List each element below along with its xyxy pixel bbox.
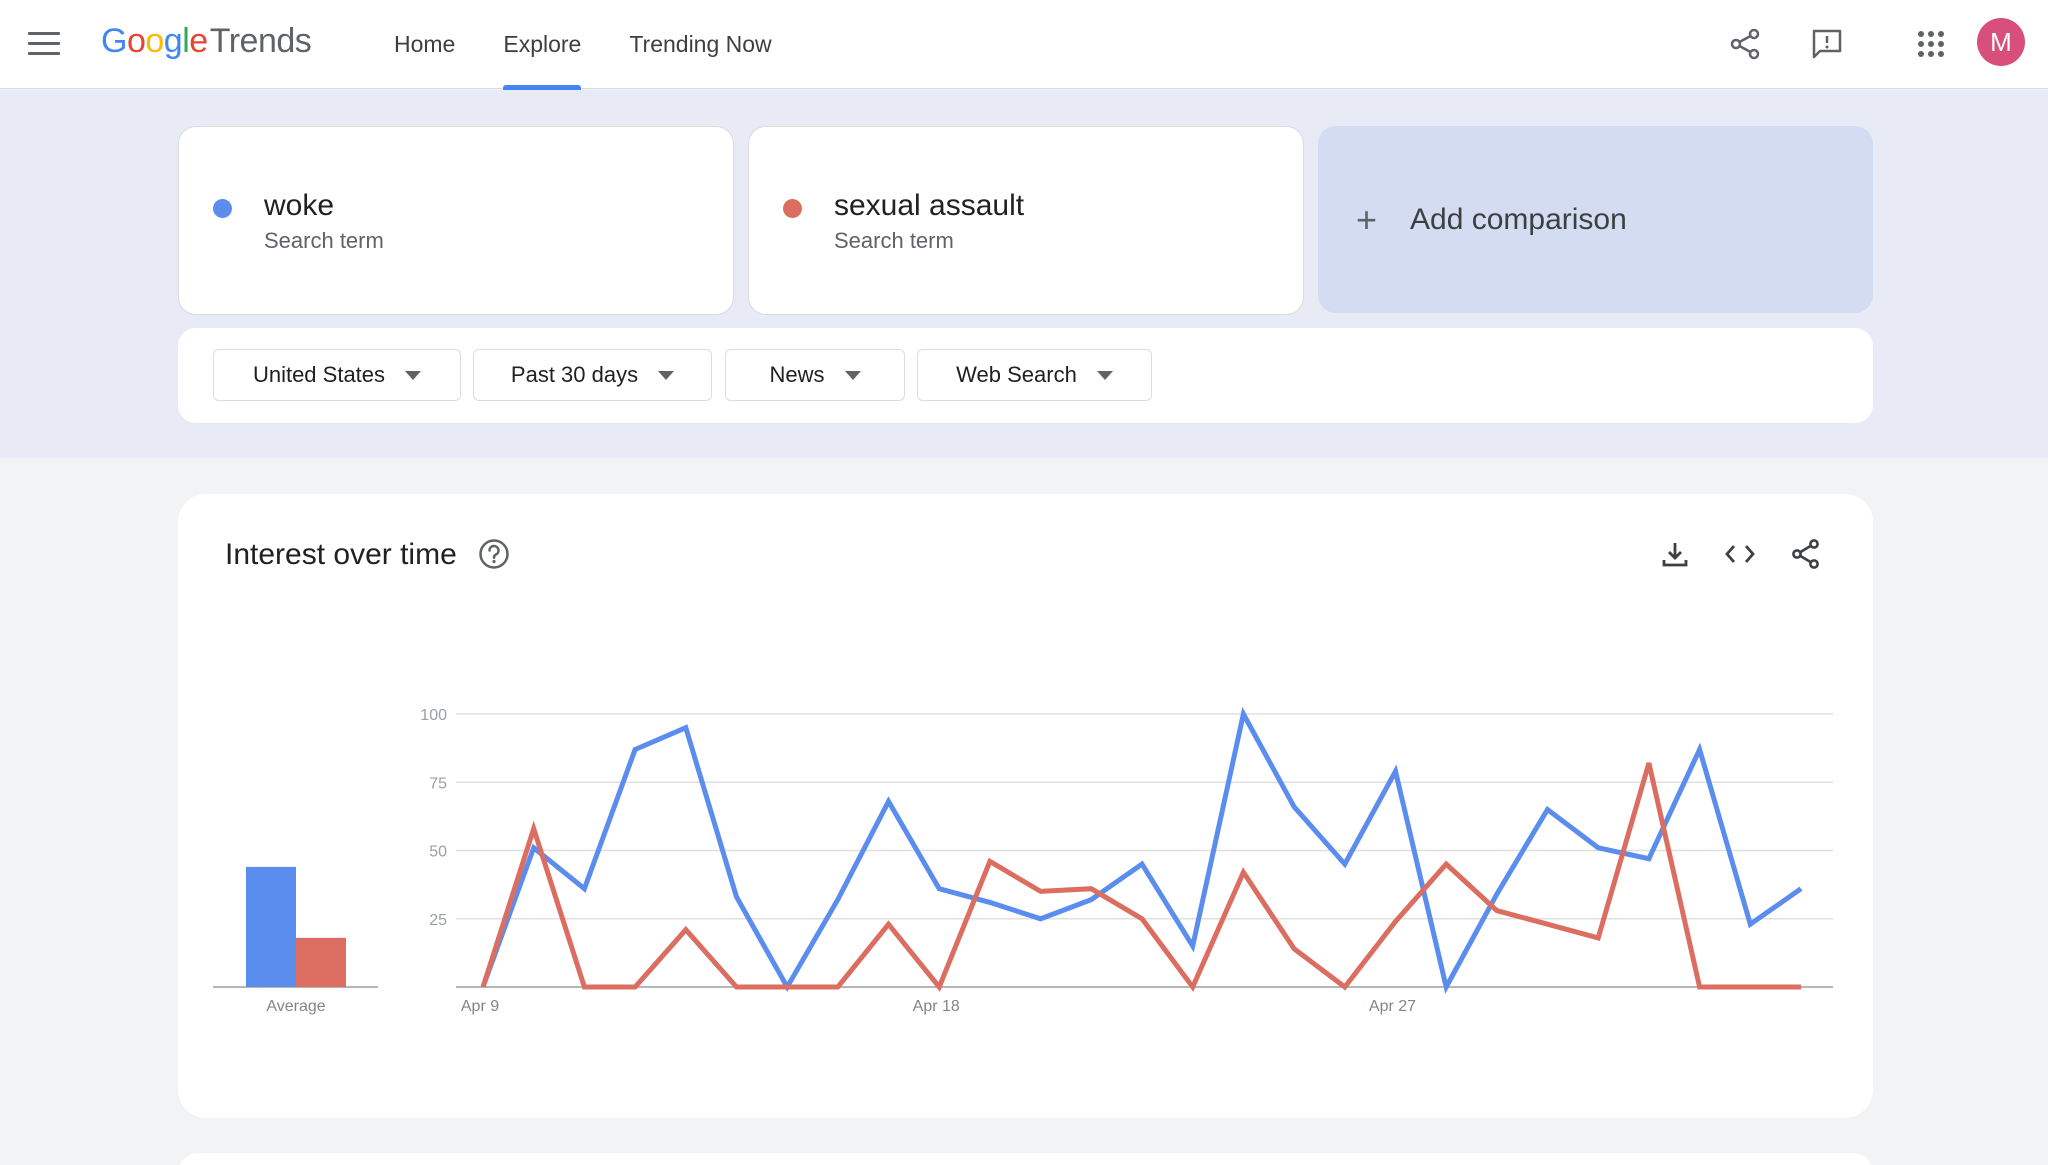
region-dropdown[interactable]: United States — [213, 349, 461, 401]
y-tick-label: 75 — [429, 775, 447, 792]
x-tick-label: Apr 9 — [461, 998, 499, 1015]
average-bar-woke — [246, 866, 296, 987]
dropdown-caret-icon — [405, 370, 422, 380]
series-line-sexual-assault — [480, 762, 1801, 992]
apps-icon[interactable] — [1911, 24, 1951, 64]
time-range-dropdown[interactable]: Past 30 days — [473, 349, 712, 401]
x-tick-label: Apr 18 — [913, 998, 960, 1015]
search-term-card-woke[interactable]: woke Search term — [178, 126, 734, 315]
menu-icon[interactable] — [28, 32, 60, 56]
search-term-name: sexual assault — [834, 189, 1025, 222]
add-comparison-button[interactable]: + Add comparison — [1318, 126, 1873, 313]
avatar[interactable]: M — [1977, 18, 2025, 66]
dropdown-caret-icon — [844, 370, 861, 380]
search-term-type: Search term — [834, 228, 954, 253]
filter-bar: United States Past 30 days News Web Sear… — [178, 328, 1873, 423]
nav-trending-now[interactable]: Trending Now — [605, 0, 795, 89]
top-app-bar: GoogleTrends Home Explore Trending Now M — [0, 0, 2048, 90]
google-trends-logo[interactable]: GoogleTrends — [101, 22, 312, 61]
interest-over-time-chart[interactable]: 100 75 50 25 Apr 9 Apr 18 Apr 27 Average — [178, 494, 1873, 1118]
next-card — [178, 1153, 1873, 1165]
share-icon[interactable] — [1725, 24, 1765, 64]
series-color-dot — [213, 199, 232, 218]
y-tick-label: 100 — [420, 707, 447, 724]
plus-icon: + — [1356, 198, 1378, 240]
y-tick-label: 25 — [429, 912, 447, 929]
main-nav: Home Explore Trending Now — [370, 0, 796, 90]
nav-explore[interactable]: Explore — [479, 0, 605, 90]
average-bar-sexual-assault — [296, 937, 346, 987]
add-comparison-label: Add comparison — [1410, 202, 1627, 236]
search-term-name: woke — [264, 189, 335, 222]
dropdown-caret-icon — [658, 370, 675, 380]
dropdown-caret-icon — [1096, 370, 1113, 380]
feedback-icon[interactable] — [1807, 24, 1847, 64]
category-dropdown[interactable]: News — [725, 349, 905, 401]
series-color-dot — [783, 199, 802, 218]
search-term-type: Search term — [264, 228, 384, 253]
nav-home[interactable]: Home — [370, 0, 479, 89]
search-term-card-sexual-assault[interactable]: sexual assault Search term — [748, 126, 1304, 315]
average-label: Average — [266, 998, 325, 1015]
interest-over-time-card: Interest over time 100 75 50 25 Apr 9 Apr 18 A… — [178, 494, 1873, 1118]
y-tick-label: 50 — [429, 844, 447, 861]
search-type-dropdown[interactable]: Web Search — [917, 349, 1152, 401]
x-tick-label: Apr 27 — [1369, 998, 1416, 1015]
